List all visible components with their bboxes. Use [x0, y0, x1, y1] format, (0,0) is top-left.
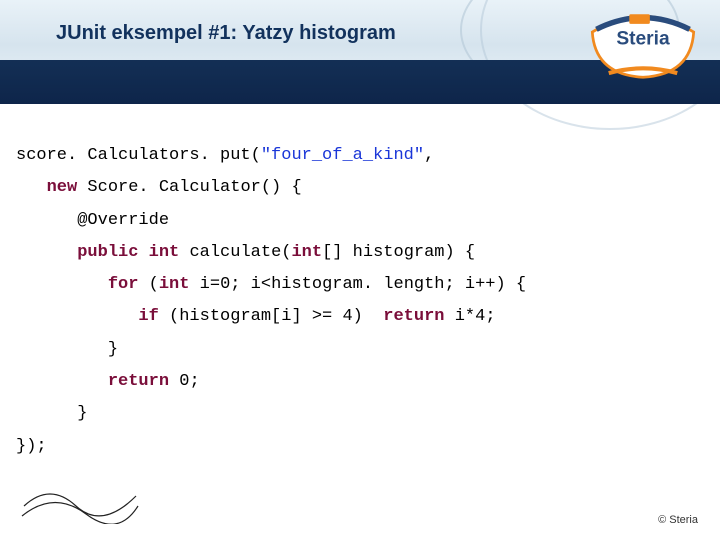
code-keyword: for: [108, 275, 139, 294]
code-keyword: return: [108, 372, 169, 391]
code-keyword: int: [159, 275, 190, 294]
logo-text: Steria: [616, 28, 670, 49]
footer-scribble-icon: [20, 476, 140, 524]
copyright-text: © Steria: [658, 514, 698, 526]
code-keyword: int: [291, 243, 322, 262]
code-line: return 0;: [16, 366, 704, 398]
code-block: score. Calculators. put("four_of_a_kind"…: [16, 140, 704, 463]
slide: JUnit eksempel #1: Yatzy histogram Steri…: [0, 0, 720, 540]
code-number: 4: [342, 307, 352, 326]
code-line: @Override: [16, 205, 704, 237]
code-line: }: [16, 334, 704, 366]
code-line: new Score. Calculator() {: [16, 172, 704, 204]
code-line: public int calculate(int[] histogram) {: [16, 237, 704, 269]
code-line: });: [16, 431, 704, 463]
code-number: 0: [220, 275, 230, 294]
steria-logo: Steria: [588, 6, 698, 80]
code-line: for (int i=0; i<histogram. length; i++) …: [16, 269, 704, 301]
code-keyword: if: [138, 307, 158, 326]
page-title: JUnit eksempel #1: Yatzy histogram: [56, 22, 396, 45]
code-line: score. Calculators. put("four_of_a_kind"…: [16, 140, 704, 172]
code-line: }: [16, 398, 704, 430]
code-string: "four_of_a_kind": [261, 146, 424, 165]
code-number: 4: [475, 307, 485, 326]
code-keyword: new: [47, 178, 78, 197]
code-line: if (histogram[i] >= 4) return i*4;: [16, 301, 704, 333]
code-number: 0: [179, 372, 189, 391]
code-keyword: public int: [77, 243, 179, 262]
code-keyword: return: [383, 307, 444, 326]
